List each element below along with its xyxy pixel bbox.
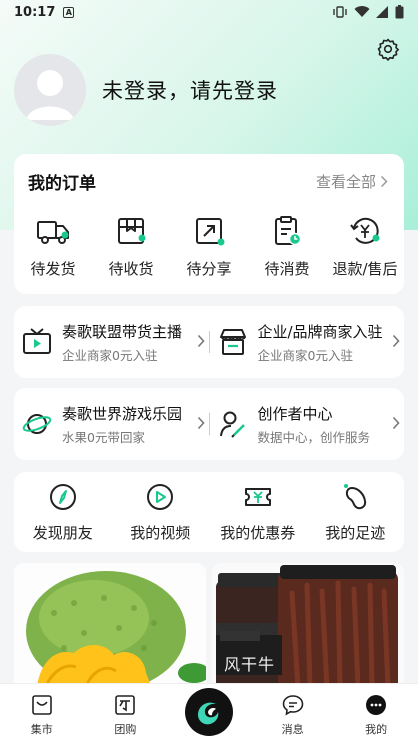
chevron-right-icon xyxy=(380,175,388,187)
feature-label: 我的视频 xyxy=(130,523,191,542)
service-subtitle: 企业商家0元入驻 xyxy=(257,347,353,363)
avatar[interactable] xyxy=(14,54,86,126)
order-pending-receipt[interactable]: 待收货 xyxy=(93,214,169,279)
order-item-label: 待消费 xyxy=(264,260,310,278)
coupon-icon xyxy=(244,487,271,506)
streamer-alliance-entry[interactable]: 奏歌联盟带货主播 企业商家0元入驻 xyxy=(14,306,209,378)
tab-label: 我的 xyxy=(365,723,388,736)
compass-icon xyxy=(49,483,76,510)
services-card-1: 奏歌联盟带货主播 企业商家0元入驻 企业/品牌商家入驻 企业商家0元入驻 xyxy=(14,306,404,378)
order-refund-aftersales[interactable]: 退款/售后 xyxy=(327,214,403,279)
order-item-label: 待发货 xyxy=(30,260,76,278)
chevron-right-icon xyxy=(197,334,205,348)
tab-label: 团购 xyxy=(114,723,137,736)
order-item-label: 待收货 xyxy=(108,260,154,278)
service-subtitle: 企业商家0元入驻 xyxy=(62,347,158,363)
service-title: 企业/品牌商家入驻 xyxy=(257,322,383,341)
center-logo-button[interactable] xyxy=(184,688,233,736)
group-buy-icon xyxy=(115,695,136,715)
truck-icon xyxy=(37,221,69,244)
tab-me[interactable]: 我的 xyxy=(346,684,406,737)
orders-card: 我的订单 查看全部 待发货 待收货 待分享 待消费 退款/售后 xyxy=(14,154,404,294)
jar-label: 风干牛 xyxy=(224,655,276,674)
order-pending-shipment[interactable]: 待发货 xyxy=(15,214,91,279)
order-item-label: 待分享 xyxy=(186,260,232,278)
feature-label: 我的足迹 xyxy=(325,523,386,542)
status-bar: 10:17 A xyxy=(0,0,418,24)
vibrate-icon xyxy=(333,6,347,18)
refund-icon xyxy=(350,217,380,244)
chevron-right-icon xyxy=(392,416,400,430)
product-card-dried-beef[interactable]: 风干牛 xyxy=(212,563,404,693)
service-title: 奏歌世界游戏乐园 xyxy=(62,404,183,423)
clipboard-clock-icon xyxy=(275,216,302,246)
video-play-icon xyxy=(147,483,174,510)
feature-label: 发现朋友 xyxy=(32,523,93,542)
footprint-icon xyxy=(344,483,367,509)
creator-center-entry[interactable]: 创作者中心 数据中心，创作服务 xyxy=(210,388,405,460)
view-all-label: 查看全部 xyxy=(315,172,376,191)
service-subtitle: 数据中心，创作服务 xyxy=(257,429,371,445)
order-item-label: 退款/售后 xyxy=(332,260,398,278)
battery-icon xyxy=(395,5,404,19)
view-all-orders-link[interactable]: 查看全部 xyxy=(316,171,388,192)
chevron-right-icon xyxy=(197,416,205,430)
wifi-icon xyxy=(354,6,370,18)
default-avatar-icon xyxy=(14,54,86,126)
settings-button[interactable] xyxy=(376,37,400,61)
bottom-tab-bar: 集市 团购 消息 我的 xyxy=(0,683,418,743)
share-icon xyxy=(196,218,225,246)
feature-label: 我的优惠券 xyxy=(220,523,296,542)
signal-icon xyxy=(376,6,388,18)
service-subtitle: 水果0元带回家 xyxy=(62,429,145,445)
feature-my-coupons[interactable]: 我的优惠券 xyxy=(212,482,304,543)
jackfruit-image xyxy=(14,563,206,693)
feature-my-videos[interactable]: 我的视频 xyxy=(114,482,206,543)
service-title: 奏歌联盟带货主播 xyxy=(62,322,183,341)
status-time: 10:17 xyxy=(14,4,56,20)
notification-icon: A xyxy=(63,6,75,18)
orders-title: 我的订单 xyxy=(28,173,96,194)
login-prompt[interactable]: 未登录，请先登录 xyxy=(102,75,278,105)
storefront-icon xyxy=(219,329,246,355)
tab-center-home[interactable] xyxy=(179,684,239,736)
message-icon xyxy=(282,695,303,716)
tab-label: 消息 xyxy=(281,723,304,736)
profile-icon xyxy=(366,695,387,715)
tab-market[interactable]: 集市 xyxy=(12,684,72,737)
center-logo-icon xyxy=(197,702,219,725)
service-title: 创作者中心 xyxy=(257,404,333,423)
game-park-entry[interactable]: 奏歌世界游戏乐园 水果0元带回家 xyxy=(14,388,209,460)
gear-icon xyxy=(377,38,399,61)
merchant-onboarding-entry[interactable]: 企业/品牌商家入驻 企业商家0元入驻 xyxy=(210,306,405,378)
package-icon xyxy=(118,218,146,244)
feature-my-footprints[interactable]: 我的足迹 xyxy=(309,482,401,543)
tab-label: 集市 xyxy=(30,723,53,736)
chevron-right-icon xyxy=(392,334,400,348)
order-pending-consumption[interactable]: 待消费 xyxy=(249,214,325,279)
services-card-2: 奏歌世界游戏乐园 水果0元带回家 创作者中心 数据中心，创作服务 xyxy=(14,388,404,460)
planet-icon xyxy=(22,414,52,434)
profile-header[interactable]: 未登录，请先登录 xyxy=(14,54,278,126)
shopping-bag-icon xyxy=(31,695,52,715)
order-pending-share[interactable]: 待分享 xyxy=(171,214,247,279)
tab-group-buy[interactable]: 团购 xyxy=(95,684,155,737)
features-card: 发现朋友 我的视频 我的优惠券 我的足迹 xyxy=(14,472,404,552)
tv-play-icon xyxy=(23,328,51,354)
creator-icon xyxy=(219,411,245,438)
tab-messages[interactable]: 消息 xyxy=(263,684,323,737)
product-card-jackfruit[interactable] xyxy=(14,563,206,693)
feature-discover-friends[interactable]: 发现朋友 xyxy=(17,482,109,543)
